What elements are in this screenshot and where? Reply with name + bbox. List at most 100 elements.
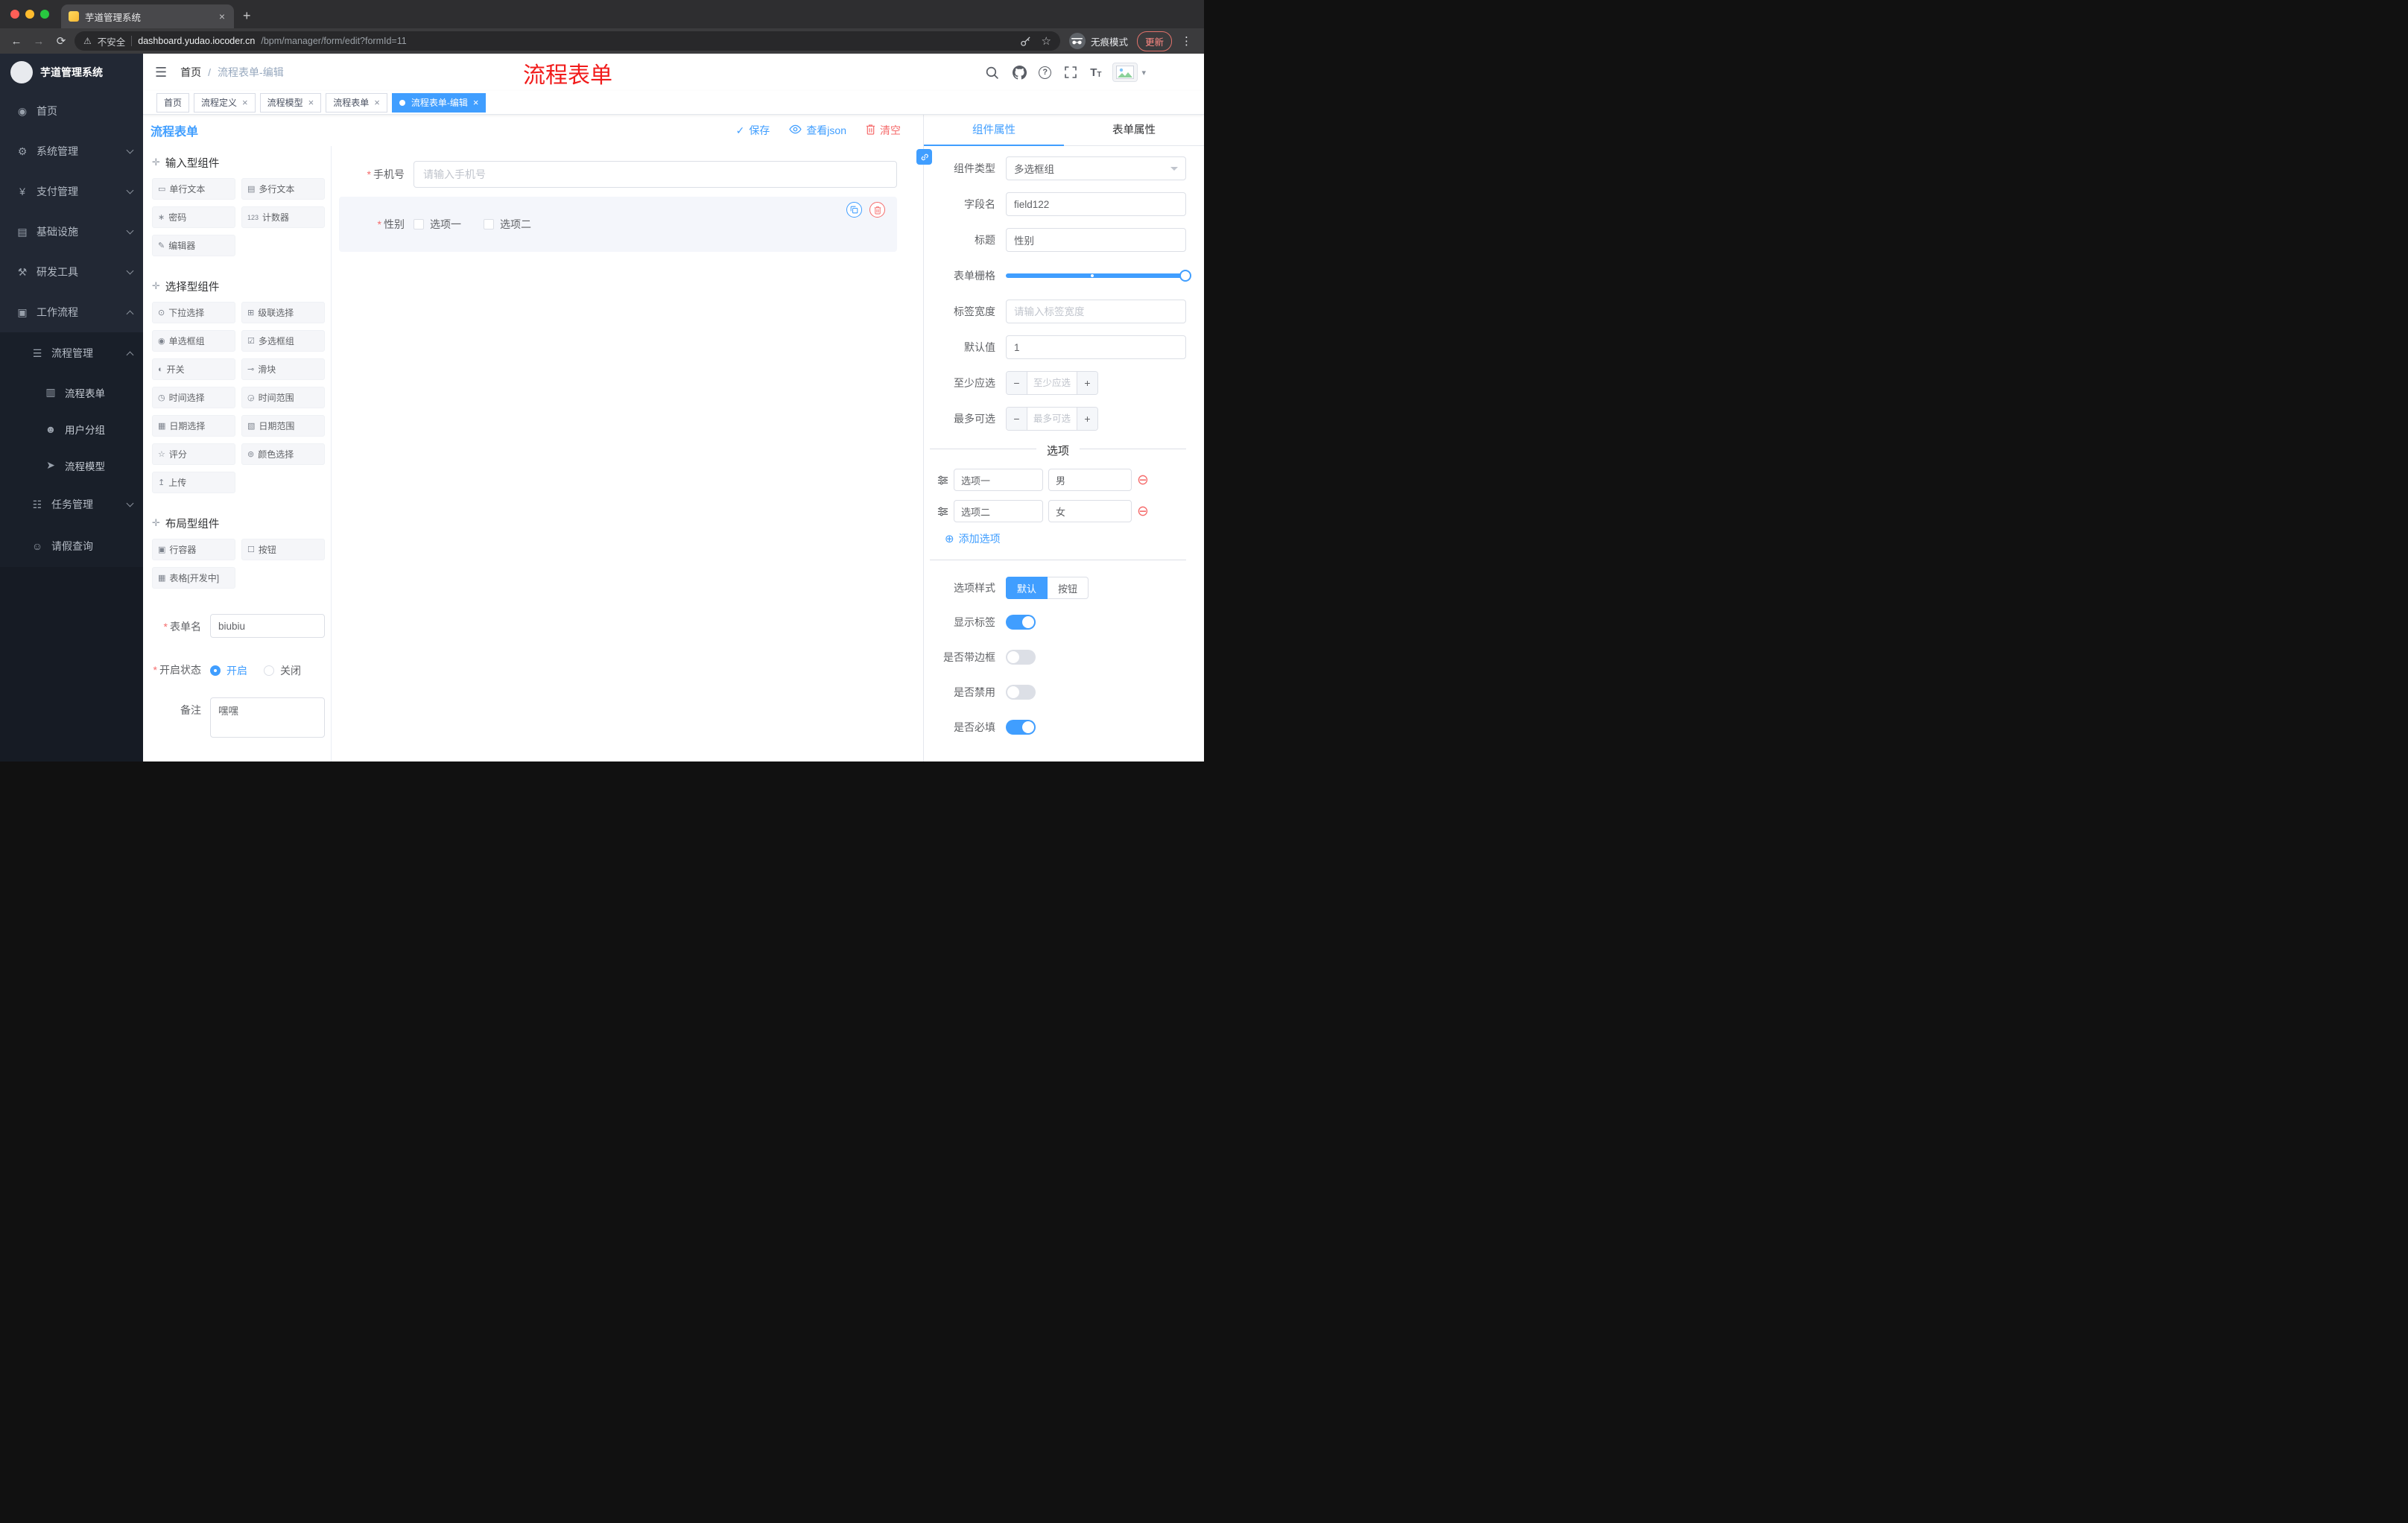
sidebar-item-process-model[interactable]: ➤ 流程模型 (0, 447, 143, 484)
add-option-button[interactable]: ⊕ 添加选项 (945, 531, 1186, 546)
palette-item-date-range[interactable]: ▧ 日期范围 (241, 415, 325, 437)
palette-item-cascader[interactable]: ⊞ 级联选择 (241, 302, 325, 323)
palette-item-password[interactable]: ∗ 密码 (152, 206, 235, 228)
browser-menu-icon[interactable]: ⋮ (1176, 34, 1197, 48)
palette-item-counter[interactable]: 123 计数器 (241, 206, 325, 228)
remove-option-icon[interactable]: ⊖ (1137, 504, 1149, 519)
default-value-input[interactable] (1006, 335, 1186, 359)
max-select-input[interactable] (1027, 408, 1077, 430)
link-icon[interactable] (916, 149, 932, 165)
sidebar-item-task-management[interactable]: ☷ 任务管理 (0, 484, 143, 525)
disabled-switch[interactable] (1006, 685, 1036, 700)
palette-item-switch[interactable]: ◐ 开关 (152, 358, 235, 380)
copy-component-button[interactable] (846, 202, 862, 218)
field-name-input[interactable] (1006, 192, 1186, 216)
gender-field-selected[interactable]: 性别 选项一 选项二 (339, 197, 897, 252)
close-icon[interactable]: × (241, 97, 248, 108)
sidebar-item-workflow[interactable]: ▣ 工作流程 (0, 292, 143, 332)
palette-item-table[interactable]: ▦ 表格[开发中] (152, 567, 235, 589)
new-tab-button[interactable]: + (243, 8, 251, 24)
sidebar-item-system-management[interactable]: ⚙ 系统管理 (0, 131, 143, 171)
sidebar-item-user-group[interactable]: ☻ 用户分组 (0, 411, 143, 447)
option-label-input[interactable] (954, 469, 1043, 491)
sidebar-item-home[interactable]: ◉ 首页 (0, 91, 143, 131)
font-size-icon[interactable]: TT (1090, 66, 1101, 79)
close-icon[interactable]: × (472, 97, 479, 108)
option-style-default-button[interactable]: 默认 (1006, 577, 1048, 599)
sidebar-item-infrastructure[interactable]: ▤ 基础设施 (0, 212, 143, 252)
url-omnibox[interactable]: ⚠ 不安全 dashboard.yudao.iocoder.cn /bpm/ma… (75, 31, 1060, 51)
user-avatar[interactable]: ▾ (1112, 63, 1146, 82)
sidebar-item-leave-query[interactable]: ☺ 请假查询 (0, 525, 143, 567)
fullscreen-icon[interactable] (1062, 64, 1079, 80)
option-style-button-button[interactable]: 按钮 (1048, 577, 1089, 599)
option-label-input[interactable] (954, 500, 1043, 522)
required-switch[interactable] (1006, 720, 1036, 735)
clear-button[interactable]: 清空 (866, 123, 901, 138)
breadcrumb-home[interactable]: 首页 (180, 65, 201, 80)
palette-item-time-picker[interactable]: ◷ 时间选择 (152, 387, 235, 408)
phone-field[interactable]: 手机号 (339, 161, 897, 188)
minus-button[interactable]: − (1007, 408, 1027, 430)
option-value-input[interactable] (1048, 469, 1132, 491)
view-json-button[interactable]: 查看json (789, 123, 846, 138)
palette-item-date-picker[interactable]: ▦ 日期选择 (152, 415, 235, 437)
status-on-label[interactable]: 开启 (226, 663, 247, 678)
gender-option-2[interactable]: 选项二 (484, 217, 531, 232)
checkbox-icon[interactable] (414, 219, 424, 229)
tab-component-props[interactable]: 组件属性 (924, 115, 1064, 146)
sidebar-item-process-form[interactable]: ▥ 流程表单 (0, 374, 143, 411)
form-remark-textarea[interactable]: 嘿嘿 (210, 697, 325, 738)
window-close-button[interactable] (10, 10, 19, 19)
plus-button[interactable]: + (1077, 372, 1097, 394)
remove-option-icon[interactable]: ⊖ (1137, 473, 1149, 487)
palette-item-single-line-text[interactable]: ▭ 单行文本 (152, 178, 235, 200)
show-label-switch[interactable] (1006, 615, 1036, 630)
save-button[interactable]: ✓ 保存 (736, 123, 770, 138)
palette-item-radio-group[interactable]: ◉ 单选框组 (152, 330, 235, 352)
sidebar-item-payment-management[interactable]: ¥ 支付管理 (0, 171, 143, 212)
tag-process-definition[interactable]: 流程定义 × (194, 92, 256, 113)
form-grid-slider[interactable] (1006, 264, 1191, 288)
palette-item-upload[interactable]: ↥ 上传 (152, 472, 235, 493)
sidebar-logo[interactable]: 芋道管理系统 (0, 54, 143, 91)
tag-process-model[interactable]: 流程模型 × (259, 92, 322, 113)
label-width-input[interactable] (1006, 300, 1186, 323)
palette-item-button[interactable]: ☐ 按钮 (241, 539, 325, 560)
window-zoom-button[interactable] (40, 10, 49, 19)
sidebar-item-process-management[interactable]: ☰ 流程管理 (0, 332, 143, 374)
delete-component-button[interactable] (869, 202, 885, 218)
help-icon[interactable]: ? (1039, 66, 1052, 79)
search-icon[interactable] (983, 64, 1000, 80)
plus-button[interactable]: + (1077, 408, 1097, 430)
tab-form-props[interactable]: 表单属性 (1064, 115, 1204, 145)
palette-item-slider[interactable]: ⊸ 滑块 (241, 358, 325, 380)
sidebar-toggle-icon[interactable]: ☰ (143, 65, 174, 80)
checkbox-icon[interactable] (484, 219, 494, 229)
gender-option-1[interactable]: 选项一 (414, 217, 461, 232)
status-off-label[interactable]: 关闭 (280, 663, 301, 678)
tag-home[interactable]: 首页 (156, 92, 190, 113)
browser-update-button[interactable]: 更新 (1136, 31, 1172, 51)
title-input[interactable] (1006, 228, 1186, 252)
palette-item-row-container[interactable]: ▣ 行容器 (152, 539, 235, 560)
bookmark-star-icon[interactable]: ☆ (1042, 34, 1051, 48)
form-name-input[interactable] (210, 614, 325, 638)
palette-item-color-picker[interactable]: ⊚ 颜色选择 (241, 443, 325, 465)
palette-item-editor[interactable]: ✎ 编辑器 (152, 235, 235, 256)
forward-icon[interactable]: → (30, 35, 48, 48)
option-value-input[interactable] (1048, 500, 1132, 522)
phone-input[interactable] (414, 161, 897, 188)
palette-item-rate[interactable]: ☆ 评分 (152, 443, 235, 465)
slider-handle[interactable] (1179, 270, 1191, 282)
tag-process-form[interactable]: 流程表单 × (326, 92, 387, 113)
sidebar-item-dev-tools[interactable]: ⚒ 研发工具 (0, 252, 143, 292)
status-on-radio[interactable] (210, 665, 221, 676)
option-drag-icon[interactable] (937, 506, 948, 517)
minus-button[interactable]: − (1007, 372, 1027, 394)
close-icon[interactable]: × (307, 97, 314, 108)
status-off-radio[interactable] (264, 665, 274, 676)
github-icon[interactable] (1011, 64, 1027, 80)
palette-item-select[interactable]: ⊙ 下拉选择 (152, 302, 235, 323)
option-drag-icon[interactable] (937, 475, 948, 486)
